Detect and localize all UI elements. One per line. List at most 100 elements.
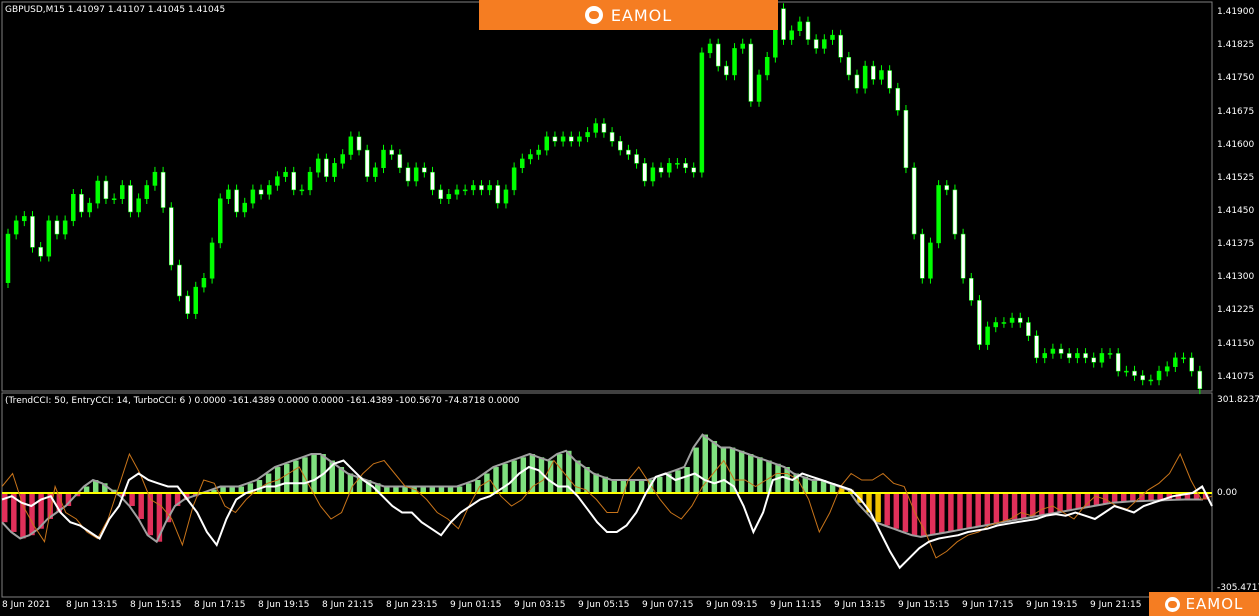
candle bbox=[111, 193, 117, 205]
candle bbox=[1075, 348, 1080, 364]
candle bbox=[258, 184, 264, 200]
candle bbox=[1164, 361, 1170, 377]
histogram-bar bbox=[593, 473, 599, 493]
candle bbox=[724, 60, 729, 81]
histogram-bar bbox=[29, 493, 35, 536]
time-axis-label: 8 Jun 21:15 bbox=[322, 600, 374, 610]
histogram-bar bbox=[1066, 493, 1072, 511]
symbol-header: GBPUSD,M15 1.41097 1.41107 1.41045 1.410… bbox=[5, 5, 226, 15]
time-axis-label: 9 Jun 15:15 bbox=[898, 600, 950, 610]
histogram-bar bbox=[657, 476, 663, 493]
candle bbox=[1042, 348, 1047, 364]
time-axis-label: 8 Jun 23:15 bbox=[386, 600, 438, 610]
candle bbox=[405, 162, 411, 187]
candle bbox=[95, 175, 101, 209]
candle bbox=[462, 184, 468, 196]
candle bbox=[1197, 365, 1203, 395]
candle bbox=[446, 188, 452, 205]
candle bbox=[789, 25, 794, 45]
price-axis-label: 1.41075 bbox=[1217, 371, 1255, 382]
candle bbox=[748, 38, 754, 107]
histogram-bar bbox=[1111, 493, 1118, 503]
candle bbox=[1107, 348, 1113, 359]
candle bbox=[46, 215, 52, 262]
candle bbox=[642, 158, 647, 187]
time-axis-label: 9 Jun 03:15 bbox=[514, 600, 566, 610]
histogram-bar bbox=[611, 480, 618, 493]
price-axis-label: 1.41900 bbox=[1217, 7, 1255, 18]
candle bbox=[1156, 365, 1162, 386]
candle bbox=[838, 29, 843, 63]
histogram-bar bbox=[284, 463, 290, 493]
candle bbox=[1091, 352, 1096, 368]
candle bbox=[683, 158, 688, 174]
brand-corner-text: EAMOL bbox=[1185, 595, 1244, 613]
candle bbox=[528, 149, 533, 165]
candle bbox=[609, 127, 615, 147]
candle bbox=[160, 166, 166, 213]
histogram-bar bbox=[465, 483, 472, 493]
candle bbox=[1083, 348, 1088, 364]
candle bbox=[969, 272, 974, 306]
candle bbox=[977, 295, 982, 350]
candle bbox=[389, 144, 394, 160]
candle bbox=[381, 144, 386, 174]
histogram-bar bbox=[638, 480, 645, 493]
candle bbox=[887, 65, 892, 94]
candle bbox=[177, 259, 182, 302]
candle bbox=[1140, 370, 1145, 386]
histogram-bar bbox=[311, 454, 317, 493]
histogram-bar bbox=[675, 470, 681, 493]
histogram-bar bbox=[929, 493, 936, 536]
histogram-bar bbox=[939, 493, 945, 534]
indicator-axis-top: 301.8237 bbox=[1217, 395, 1259, 405]
time-axis-label: 8 Jun 17:15 bbox=[194, 600, 246, 610]
candle bbox=[1050, 343, 1056, 359]
candle bbox=[103, 175, 109, 205]
price-axis-label: 1.41825 bbox=[1217, 40, 1255, 51]
candle bbox=[332, 158, 337, 182]
chart-canvas[interactable] bbox=[0, 0, 1259, 616]
histogram-bar bbox=[684, 467, 690, 493]
candle bbox=[54, 215, 60, 240]
brand-banner[interactable]: EAMOL bbox=[479, 0, 778, 30]
candle bbox=[928, 237, 933, 284]
brand-corner-badge[interactable]: EAMOL bbox=[1149, 592, 1259, 616]
candle bbox=[1189, 352, 1194, 377]
histogram-bar bbox=[993, 493, 1000, 524]
candle bbox=[666, 158, 672, 178]
histogram-bar bbox=[629, 480, 636, 493]
candle bbox=[283, 166, 288, 182]
price-axis-label: 1.41300 bbox=[1217, 272, 1255, 283]
candle bbox=[62, 215, 68, 240]
histogram-envelope bbox=[1, 433, 1203, 544]
candle bbox=[781, 3, 786, 45]
candle bbox=[120, 180, 125, 205]
histogram-bar bbox=[711, 441, 718, 493]
histogram-bar bbox=[948, 493, 954, 532]
candle bbox=[536, 144, 541, 160]
histogram-bar bbox=[884, 493, 890, 526]
candle bbox=[275, 171, 280, 191]
candle bbox=[569, 131, 574, 147]
candle bbox=[944, 180, 950, 196]
candle bbox=[30, 211, 35, 253]
candle bbox=[617, 135, 623, 156]
candle bbox=[544, 131, 550, 156]
eamol-logo-icon bbox=[584, 6, 603, 24]
candle bbox=[691, 162, 696, 178]
candle bbox=[732, 43, 737, 81]
candle bbox=[217, 193, 223, 249]
price-axis-label: 1.41750 bbox=[1217, 73, 1255, 84]
brand-banner-text: EAMOL bbox=[610, 5, 673, 25]
candle bbox=[985, 321, 990, 350]
candle bbox=[185, 290, 190, 319]
candlestick-series bbox=[5, 3, 1203, 395]
candle bbox=[438, 184, 443, 205]
histogram-bar bbox=[957, 493, 963, 531]
candle bbox=[209, 237, 215, 284]
candle bbox=[740, 38, 745, 54]
candle bbox=[593, 118, 599, 138]
histogram-bar bbox=[129, 493, 135, 506]
histogram-bar bbox=[975, 493, 981, 528]
